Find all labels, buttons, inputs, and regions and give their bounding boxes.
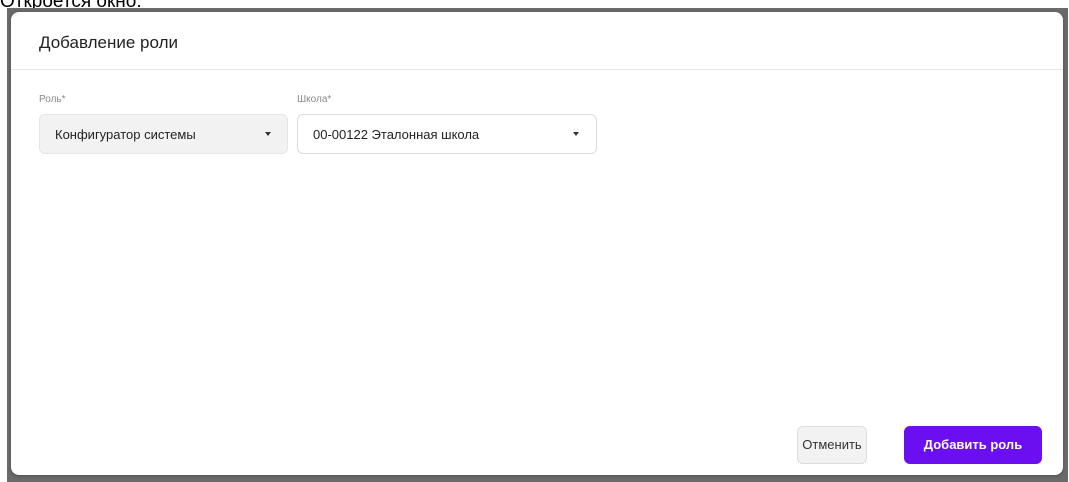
dialog-header: Добавление роли [11, 12, 1063, 70]
school-select[interactable]: 00-00122 Эталонная школа [297, 114, 597, 154]
chevron-down-icon [265, 132, 271, 136]
cancel-button[interactable]: Отменить [797, 426, 867, 464]
add-role-dialog: Добавление роли Роль* Конфигуратор систе… [11, 12, 1063, 475]
role-field-label: Роль* [39, 94, 66, 105]
add-role-button[interactable]: Добавить роль [904, 426, 1042, 464]
school-field-label: Школа* [297, 94, 332, 105]
chevron-down-icon [573, 132, 579, 136]
school-select-value: 00-00122 Эталонная школа [313, 127, 480, 142]
role-select[interactable]: Конфигуратор системы [39, 114, 288, 154]
role-select-value: Конфигуратор системы [55, 127, 196, 142]
dialog-title: Добавление роли [39, 33, 178, 52]
